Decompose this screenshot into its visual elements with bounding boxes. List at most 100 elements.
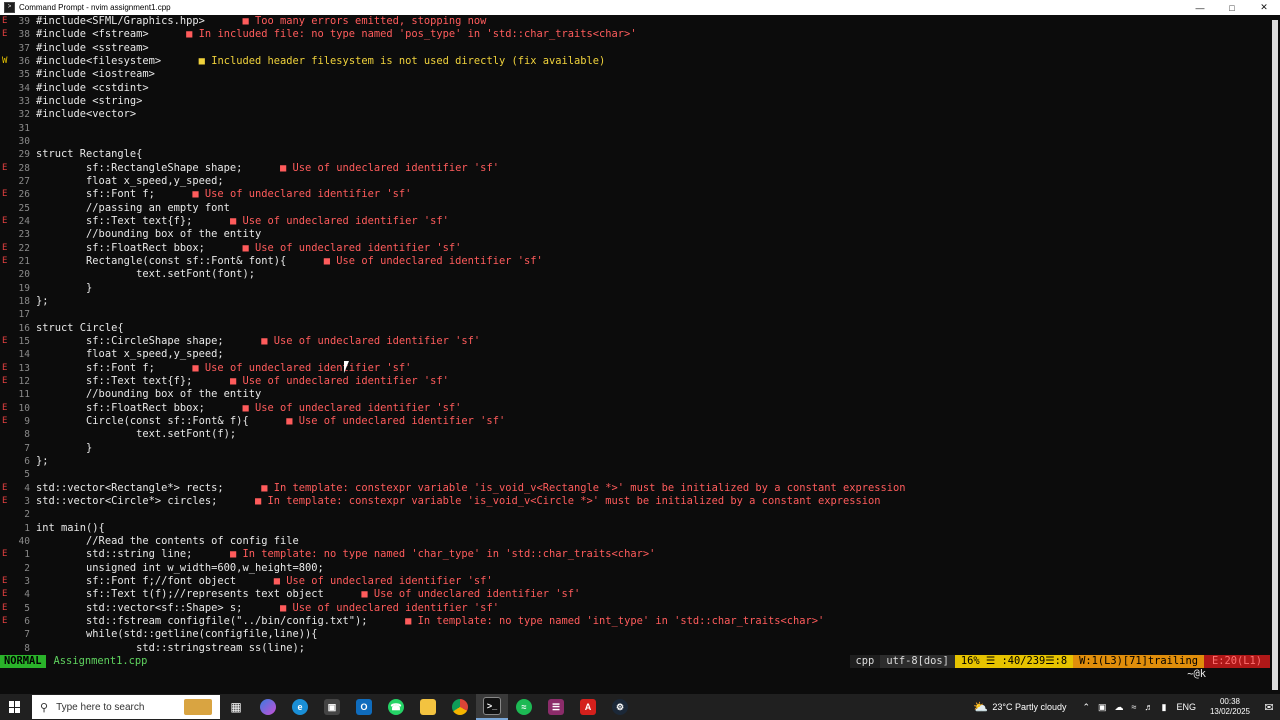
code-line[interactable]: E 3 std::vector<Circle*> circles; In templ… — [0, 495, 1270, 508]
code-line[interactable]: W 36 #include<filesystem> Included header … — [0, 55, 1270, 68]
code-text[interactable]: Rectangle(const sf::Font& font){ Use of … — [36, 255, 543, 268]
code-text[interactable]: std::vector<Circle*> circles; In templat… — [36, 495, 881, 508]
winrar-icon[interactable]: ☰ — [540, 694, 572, 720]
code-text[interactable]: } — [36, 442, 92, 455]
code-line[interactable]: 29 struct Rectangle{ — [0, 148, 1270, 161]
code-text[interactable]: unsigned int w_width=600,w_height=800; — [36, 562, 324, 575]
code-text[interactable]: sf::Text text{f}; Use of undeclared iden… — [36, 375, 449, 388]
code-text[interactable]: //Read the contents of config file — [36, 535, 299, 548]
store-icon[interactable]: ▣ — [316, 694, 348, 720]
code-line[interactable]: E 15 sf::CircleShape shape; Use of undecl… — [0, 335, 1270, 348]
code-text[interactable]: std::vector<sf::Shape> s; Use of undecla… — [36, 602, 499, 615]
language-indicator[interactable]: ENG — [1176, 702, 1196, 712]
code-line[interactable]: 34 #include <cstdint> — [0, 82, 1270, 95]
code-text[interactable]: sf::Text t(f);//represents text object U… — [36, 588, 580, 601]
weather-icon[interactable]: ⛅ — [973, 700, 988, 714]
code-text[interactable]: } — [36, 282, 92, 295]
code-line[interactable]: 31 — [0, 122, 1270, 135]
code-line[interactable]: 2 — [0, 508, 1270, 521]
code-text[interactable]: Circle(const sf::Font& f){ Use of undecl… — [36, 415, 505, 428]
code-line[interactable]: E 12 sf::Text text{f}; Use of undeclared … — [0, 375, 1270, 388]
code-text[interactable]: std::string line; In template: no type n… — [36, 548, 655, 561]
taskbar-search[interactable]: ⚲ Type here to search — [32, 695, 220, 719]
steam-icon[interactable]: ⚙ — [604, 694, 636, 720]
notification-icon[interactable]: ✉ — [1258, 701, 1280, 714]
code-line[interactable]: 32 #include<vector> — [0, 108, 1270, 121]
code-text[interactable]: float x_speed,y_speed; — [36, 348, 224, 361]
code-text[interactable]: //bounding box of the entity — [36, 228, 261, 241]
code-text[interactable]: sf::CircleShape shape; Use of undeclared… — [36, 335, 480, 348]
code-line[interactable]: E 13 sf::Font f; Use of undeclared identi… — [0, 362, 1270, 375]
code-text[interactable]: sf::RectangleShape shape; Use of undecla… — [36, 162, 499, 175]
clock[interactable]: 00:38 13/02/2025 — [1210, 697, 1250, 717]
code-line[interactable]: E 22 sf::FloatRect bbox; Use of undeclare… — [0, 242, 1270, 255]
command-line[interactable]: ~@k — [0, 668, 1270, 681]
edge-icon[interactable]: e — [284, 694, 316, 720]
maximize-icon[interactable]: □ — [1216, 3, 1248, 13]
terminal-icon[interactable]: >_ — [476, 694, 508, 720]
code-line[interactable]: 2 unsigned int w_width=600,w_height=800; — [0, 562, 1270, 575]
code-line[interactable]: 35 #include <iostream> — [0, 68, 1270, 81]
code-line[interactable]: E 3 sf::Font f;//font object Use of undec… — [0, 575, 1270, 588]
code-text[interactable]: while(std::getline(configfile,line)){ — [36, 628, 317, 641]
scrollbar-thumb[interactable] — [1272, 20, 1278, 690]
code-text[interactable]: text.setFont(font); — [36, 268, 255, 281]
code-text[interactable]: //bounding box of the entity — [36, 388, 261, 401]
code-line[interactable]: E 24 sf::Text text{f}; Use of undeclared … — [0, 215, 1270, 228]
wifi-icon[interactable]: ≈ — [1132, 702, 1137, 712]
code-text[interactable]: sf::Font f; Use of undeclared identifier… — [36, 188, 411, 201]
code-line[interactable]: 30 — [0, 135, 1270, 148]
whatsapp-icon[interactable]: ☎ — [380, 694, 412, 720]
code-line[interactable]: E 4 std::vector<Rectangle*> rects; In temp… — [0, 482, 1270, 495]
code-line[interactable]: E 10 sf::FloatRect bbox; Use of undeclare… — [0, 402, 1270, 415]
code-text[interactable]: #include<vector> — [36, 108, 136, 121]
code-line[interactable]: 40 //Read the contents of config file — [0, 535, 1270, 548]
code-text[interactable]: }; — [36, 295, 49, 308]
code-line[interactable]: 16 struct Circle{ — [0, 322, 1270, 335]
minimize-icon[interactable]: — — [1184, 3, 1216, 13]
battery-icon[interactable]: ▮ — [1161, 702, 1166, 713]
code-line[interactable]: 7 } — [0, 442, 1270, 455]
editor-buffer[interactable]: E39#include<SFML/Graphics.hpp> Too many … — [0, 15, 1270, 655]
code-line[interactable]: 6}; — [0, 455, 1270, 468]
code-text[interactable]: sf::FloatRect bbox; Use of undeclared id… — [36, 242, 461, 255]
code-line[interactable]: 23 //bounding box of the entity — [0, 228, 1270, 241]
code-line[interactable]: 37 #include <sstream> — [0, 42, 1270, 55]
code-text[interactable]: float x_speed,y_speed; — [36, 175, 224, 188]
code-text[interactable]: #include <fstream> In included file: no … — [36, 28, 637, 41]
close-icon[interactable]: ✕ — [1248, 2, 1280, 13]
start-button[interactable] — [0, 694, 30, 720]
outlook-icon[interactable]: O — [348, 694, 380, 720]
volume-icon[interactable]: ♬ — [1144, 702, 1153, 712]
code-line[interactable]: E 4 sf::Text t(f);//represents text objec… — [0, 588, 1270, 601]
code-line[interactable]: E 26 sf::Font f; Use of undeclared identi… — [0, 188, 1270, 201]
code-text[interactable]: struct Rectangle{ — [36, 148, 142, 161]
explorer-icon[interactable] — [412, 694, 444, 720]
code-line[interactable]: E 21 Rectangle(const sf::Font& font){ Use… — [0, 255, 1270, 268]
code-line[interactable]: 19 } — [0, 282, 1270, 295]
code-text[interactable]: sf::Font f;//font object Use of undeclar… — [36, 575, 493, 588]
code-text[interactable]: std::fstream configfile("../bin/config.t… — [36, 615, 824, 628]
code-line[interactable]: 20 text.setFont(font); — [0, 268, 1270, 281]
code-line[interactable]: E 1 std::string line; In template: no typ… — [0, 548, 1270, 561]
code-line[interactable]: 18}; — [0, 295, 1270, 308]
code-text[interactable]: #include<SFML/Graphics.hpp> Too many err… — [36, 15, 486, 28]
code-text[interactable]: #include <iostream> — [36, 68, 155, 81]
code-text[interactable]: std::vector<Rectangle*> rects; In templa… — [36, 482, 906, 495]
code-text[interactable]: #include<filesystem> Included header fil… — [36, 55, 605, 68]
code-text[interactable]: #include <cstdint> — [36, 82, 149, 95]
acrobat-icon[interactable]: A — [572, 694, 604, 720]
code-text[interactable]: #include <sstream> — [36, 42, 149, 55]
code-line[interactable]: 5 — [0, 468, 1270, 481]
code-line[interactable]: 8 std::stringstream ss(line); — [0, 642, 1270, 655]
code-text[interactable]: struct Circle{ — [36, 322, 124, 335]
code-line[interactable]: E 38 #include <fstream> In included file: … — [0, 28, 1270, 41]
task-view-icon[interactable]: ▦ — [220, 694, 252, 720]
copilot-icon[interactable] — [252, 694, 284, 720]
code-text[interactable]: #include <string> — [36, 95, 142, 108]
weather-text[interactable]: 23°C Partly cloudy — [992, 702, 1066, 712]
code-line[interactable]: 8 text.setFont(f); — [0, 428, 1270, 441]
code-line[interactable]: E 39 #include<SFML/Graphics.hpp> Too many … — [0, 15, 1270, 28]
code-line[interactable]: E 28 sf::RectangleShape shape; Use of und… — [0, 162, 1270, 175]
code-line[interactable]: 25 //passing an empty font — [0, 202, 1270, 215]
